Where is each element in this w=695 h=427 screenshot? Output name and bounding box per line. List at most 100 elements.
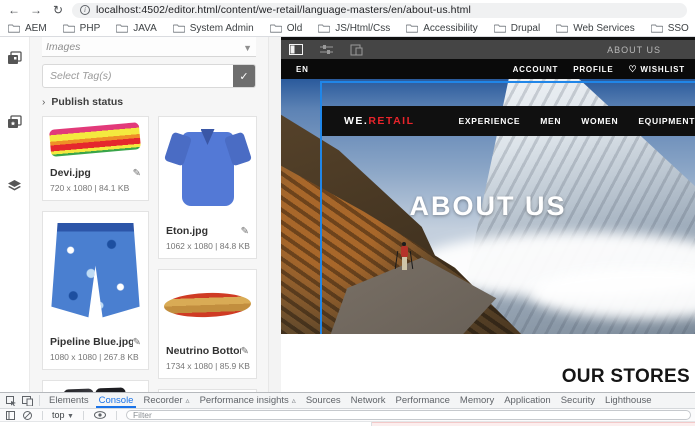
tag-select-field[interactable]: Select Tag(s) ✓ [42, 64, 256, 88]
devtools-tab-recorder[interactable]: Recorder▵ [138, 393, 194, 408]
navbar-item-equipment[interactable]: EQUIPMENT [638, 116, 695, 126]
page-info-icon[interactable]: i [80, 5, 90, 15]
back-icon[interactable]: ← [6, 2, 22, 18]
navbar-item-experience[interactable]: EXPERIENCE [458, 116, 520, 126]
console-error-row[interactable] [372, 422, 695, 426]
js-context-label: top [52, 410, 65, 420]
bookmark-item[interactable]: Drupal [494, 23, 540, 34]
asset-filename: Eton.jpg [166, 225, 208, 237]
tab-label: Application [504, 395, 550, 406]
bookmark-label: Web Services [573, 23, 635, 34]
tab-label: Elements [49, 395, 89, 406]
tab-label: Performance [396, 395, 450, 406]
bookmark-item[interactable]: JAVA [116, 23, 157, 34]
topbar-link-label: PROFILE [573, 65, 613, 74]
brand-logo[interactable]: WE.RETAIL [344, 115, 414, 127]
asset-card-info: Pipeline Blue.jpg ✎ 1080 x 1080 | 267.8 … [43, 331, 148, 369]
bookmark-item[interactable]: SSO [651, 23, 689, 34]
asset-type-select[interactable]: Images ▼ [42, 37, 256, 57]
asset-panel-scrollbar[interactable] [268, 37, 281, 392]
chevron-right-icon: › [42, 97, 45, 108]
url-text: localhost:4502/editor.html/content/we-re… [96, 4, 471, 16]
js-context-selector[interactable]: top ▼ [52, 410, 74, 420]
topbar-link-account[interactable]: ACCOUNT [513, 64, 559, 75]
devtools-tab-elements[interactable]: Elements [44, 393, 94, 408]
locale-switcher[interactable]: EN [296, 65, 309, 74]
asset-card[interactable] [42, 380, 149, 392]
devtools-tab-network[interactable]: Network [346, 393, 391, 408]
device-emulation-icon[interactable] [349, 44, 363, 56]
asset-card[interactable] [158, 389, 257, 392]
asset-card[interactable]: Devi.jpg ✎ 720 x 1080 | 84.1 KB [42, 116, 149, 201]
bookmark-label: Old [287, 23, 303, 34]
tab-label: Memory [460, 395, 494, 406]
editor-toolbar: ABOUT US [281, 37, 695, 59]
asset-type-label: Images [46, 41, 80, 53]
inspect-icon[interactable] [3, 393, 19, 408]
bookmark-item[interactable]: System Admin [173, 23, 254, 34]
navbar-item-men[interactable]: MEN [540, 116, 561, 126]
folder-icon [8, 23, 20, 33]
console-messages-area [0, 422, 695, 426]
app-window: ← → ↻ i localhost:4502/editor.html/conte… [0, 0, 695, 427]
components-icon[interactable] [6, 113, 24, 131]
devtools-tab-security[interactable]: Security [556, 393, 600, 408]
edit-pencil-icon[interactable]: ✎ [133, 168, 141, 179]
console-sidebar-icon[interactable] [4, 411, 16, 420]
devtools-tab-performance[interactable]: Performance [391, 393, 455, 408]
bookmark-item[interactable]: Accessibility [406, 23, 477, 34]
bookmark-label: Drupal [511, 23, 540, 34]
asset-card-info: Devi.jpg ✎ 720 x 1080 | 84.1 KB [43, 162, 148, 200]
edit-pencil-icon[interactable]: ✎ [241, 226, 249, 237]
publish-status-accordion[interactable]: › Publish status [42, 96, 268, 108]
tag-picker-button[interactable]: ✓ [233, 65, 255, 87]
topbar-link-wishlist[interactable]: ♡WISHLIST [629, 64, 686, 75]
page-properties-icon[interactable] [319, 44, 333, 56]
topbar-link-profile[interactable]: PROFILE [573, 64, 613, 75]
content-tree-icon[interactable] [6, 177, 24, 195]
asset-browser-panel: Images ▼ Select Tag(s) ✓ › Publish statu… [30, 37, 268, 392]
console-toolbar: top ▼ [0, 409, 695, 422]
reload-icon[interactable]: ↻ [50, 2, 66, 18]
devtools-tab-memory[interactable]: Memory [455, 393, 499, 408]
device-toolbar-icon[interactable] [19, 393, 35, 408]
toggle-side-panel-icon[interactable] [289, 44, 303, 56]
bookmark-item[interactable]: AEM [8, 23, 47, 34]
bookmark-label: JAVA [133, 23, 157, 34]
folder-icon [556, 23, 568, 33]
browser-url-bar: ← → ↻ i localhost:4502/editor.html/conte… [0, 0, 695, 20]
devtools-tab-application[interactable]: Application [499, 393, 555, 408]
navbar-item-women[interactable]: WOMEN [581, 116, 618, 126]
topbar-link-label: WISHLIST [640, 65, 685, 74]
edit-pencil-icon[interactable]: ✎ [241, 346, 249, 357]
bookmark-label: JS/Html/Css [335, 23, 390, 34]
devtools-tab-console[interactable]: Console [94, 393, 139, 408]
address-bar[interactable]: i localhost:4502/editor.html/content/we-… [72, 3, 687, 18]
asset-card[interactable]: Pipeline Blue.jpg ✎ 1080 x 1080 | 267.8 … [42, 211, 149, 370]
edit-pencil-icon[interactable]: ✎ [133, 337, 141, 348]
bookmark-item[interactable]: Old [270, 23, 303, 34]
asset-card[interactable]: Eton.jpg ✎ 1062 x 1080 | 84.8 KB [158, 116, 257, 259]
section-title: OUR STORES [562, 366, 690, 388]
asset-cards-grid: Devi.jpg ✎ 720 x 1080 | 84.1 KB Pipeline… [42, 116, 268, 392]
asset-finder-icon[interactable] [6, 49, 24, 67]
clear-console-icon[interactable] [21, 411, 33, 420]
devtools-tab-lighthouse[interactable]: Lighthouse [600, 393, 656, 408]
checkmark-icon: ✓ [239, 70, 248, 83]
asset-card[interactable]: Neutrino Bottom.jpg ✎ 1734 x 1080 | 85.9… [158, 269, 257, 379]
bookmark-item[interactable]: Web Services [556, 23, 635, 34]
bookmark-item[interactable]: PHP [63, 23, 101, 34]
forward-icon[interactable]: → [28, 2, 44, 18]
folder-icon [270, 23, 282, 33]
tab-label: Network [351, 395, 386, 406]
console-filter-input[interactable] [126, 410, 691, 420]
black-boots-thumbnail [43, 381, 148, 392]
bookmark-item[interactable]: JS/Html/Css [318, 23, 390, 34]
topbar-link-label: ACCOUNT [513, 65, 559, 74]
topbar-links: ACCOUNT PROFILE ♡WISHLIST [513, 64, 685, 75]
devtools-tab-sources[interactable]: Sources [301, 393, 346, 408]
devtools-tab-performance-insights[interactable]: Performance insights▵ [195, 393, 301, 408]
folder-icon [406, 23, 418, 33]
eye-icon[interactable] [93, 411, 107, 419]
tab-label: Console [99, 395, 134, 406]
